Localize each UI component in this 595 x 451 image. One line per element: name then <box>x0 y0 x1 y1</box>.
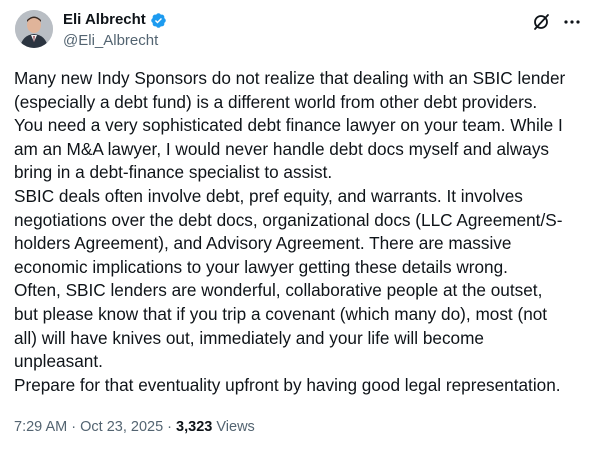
tweet-text-line: Prepare for that eventuality upfront by … <box>14 374 561 395</box>
tweet-text-line: (especially a debt fund) is a different … <box>14 91 538 112</box>
tweet-text-line: economic implications to your lawyer get… <box>14 256 508 277</box>
tweet-text-line: Many new Indy Sponsors do not realize th… <box>14 68 566 88</box>
tweet-text-line: am an M&A lawyer, I would never handle d… <box>14 138 550 159</box>
grok-icon[interactable] <box>531 12 551 32</box>
tweet-text-line: negotiations over the debt docs, organiz… <box>14 209 563 230</box>
views-count: 3,323 <box>176 419 213 435</box>
tweet-date[interactable]: Oct 23, 2025 <box>80 419 163 435</box>
meta-separator: · <box>167 419 173 435</box>
tweet-text-line: unpleasant. <box>14 351 103 372</box>
avatar-image <box>15 10 53 48</box>
more-options-icon[interactable] <box>563 13 581 31</box>
tweet-text-line: all) will have knives out, immediately a… <box>14 327 484 348</box>
tweet-text-line: Often, SBIC lenders are wonderful, colla… <box>14 280 543 301</box>
author-row: Eli Albrecht <box>63 11 167 29</box>
tweet-time[interactable]: 7:29 AM <box>14 419 67 435</box>
header-actions <box>531 12 581 32</box>
tweet-text-line: SBIC deals often involve debt, pref equi… <box>14 185 523 206</box>
author-handle[interactable]: @Eli_Albrecht <box>63 32 158 50</box>
avatar[interactable] <box>15 10 53 48</box>
tweet-card: Eli Albrecht @Eli_Albrecht Many new Indy… <box>0 0 595 451</box>
tweet-text: Many new Indy Sponsors do not realize th… <box>14 67 584 397</box>
tweet-text-line: You need a very sophisticated debt finan… <box>14 115 563 136</box>
tweet-meta: 7:29 AM · Oct 23, 2025 · 3,323 Views <box>14 418 255 436</box>
tweet-text-line: bring in a debt-finance specialist to as… <box>14 162 333 183</box>
tweet-text-line: holders Agreement), and Advisory Agreeme… <box>14 233 512 254</box>
tweet-text-line: but please know that if you trip a coven… <box>14 303 548 324</box>
verified-badge-icon <box>151 12 166 28</box>
author-name[interactable]: Eli Albrecht <box>63 11 146 29</box>
meta-separator: · <box>71 419 77 435</box>
views-label: Views <box>216 419 255 435</box>
